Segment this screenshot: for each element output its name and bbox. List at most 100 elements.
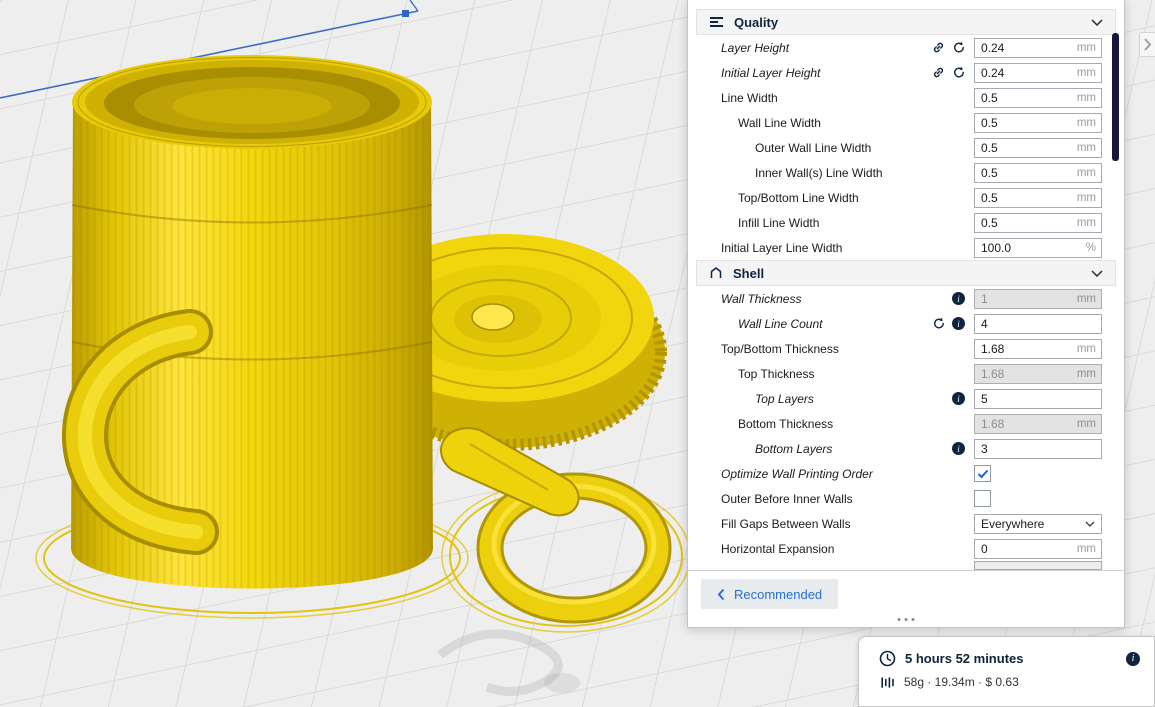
settings-scrollbar[interactable] bbox=[1112, 33, 1119, 161]
setting-row: Line Width 0.5 mm bbox=[688, 85, 1124, 110]
setting-row: Top/Bottom Line Width 0.5 mm bbox=[688, 185, 1124, 210]
setting-row: Fill Gaps Between Walls Everywhere bbox=[688, 511, 1124, 536]
initial-layer-line-width-input[interactable]: 100.0 % bbox=[974, 238, 1102, 258]
initial-layer-height-input[interactable]: 0.24 mm bbox=[974, 63, 1102, 83]
info-icon[interactable] bbox=[952, 442, 965, 455]
info-icon[interactable] bbox=[1126, 652, 1140, 666]
setting-value: 1.68 bbox=[975, 342, 1077, 356]
setting-row: Initial Layer Line Width 100.0 % bbox=[688, 235, 1124, 260]
setting-label: Top/Bottom Thickness bbox=[721, 342, 974, 356]
chevron-left-icon bbox=[717, 588, 725, 601]
setting-label: Bottom Thickness bbox=[721, 417, 974, 431]
panel-footer: Recommended bbox=[688, 571, 1124, 627]
horizontal-expansion-input[interactable]: 0 mm bbox=[974, 539, 1102, 559]
outer-wall-line-width-input[interactable]: 0.5 mm bbox=[974, 138, 1102, 158]
setting-value: 0.5 bbox=[975, 141, 1077, 155]
setting-label: Horizontal Expansion bbox=[721, 542, 974, 556]
bottom-layers-input[interactable]: 3 bbox=[974, 439, 1102, 459]
info-icon[interactable] bbox=[952, 292, 965, 305]
setting-row: Inner Wall(s) Line Width 0.5 mm bbox=[688, 160, 1124, 185]
setting-row: Optimize Wall Printing Order bbox=[688, 461, 1124, 486]
setting-row: Outer Wall Line Width 0.5 mm bbox=[688, 135, 1124, 160]
revert-icon[interactable] bbox=[952, 66, 965, 79]
setting-value: 3 bbox=[975, 442, 1096, 456]
setting-unit: mm bbox=[1077, 192, 1101, 204]
setting-label: Initial Layer Height bbox=[721, 66, 932, 80]
revert-icon[interactable] bbox=[952, 41, 965, 54]
setting-unit: % bbox=[1086, 242, 1101, 254]
section-title: Quality bbox=[734, 15, 778, 30]
panel-expand-handle[interactable] bbox=[1139, 32, 1155, 57]
inner-walls-line-width-input[interactable]: 0.5 mm bbox=[974, 163, 1102, 183]
section-header-shell[interactable]: Shell bbox=[696, 260, 1116, 286]
revert-icon[interactable] bbox=[932, 317, 945, 330]
setting-row: Wall Thickness 1 mm bbox=[688, 286, 1124, 311]
dropdown-value: Everywhere bbox=[981, 517, 1044, 531]
panel-drag-handle[interactable] bbox=[895, 615, 918, 624]
setting-unit: mm bbox=[1077, 142, 1101, 154]
setting-label: Top Layers bbox=[721, 392, 952, 406]
shell-icon bbox=[709, 266, 723, 280]
setting-row: Bottom Thickness 1.68 mm bbox=[688, 411, 1124, 436]
setting-value: 0.24 bbox=[975, 66, 1077, 80]
info-icon[interactable] bbox=[952, 392, 965, 405]
chevron-down-icon[interactable] bbox=[1091, 19, 1103, 26]
material-usage: 58g · 19.34m · $ 0.63 bbox=[904, 675, 1019, 689]
info-icon[interactable] bbox=[952, 317, 965, 330]
print-time: 5 hours 52 minutes bbox=[905, 651, 1023, 666]
top-thickness-input: 1.68 mm bbox=[974, 364, 1102, 384]
setting-row: Wall Line Count 4 bbox=[688, 311, 1124, 336]
setting-row: Top Thickness 1.68 mm bbox=[688, 361, 1124, 386]
setting-label: Infill Line Width bbox=[721, 216, 974, 230]
setting-unit: mm bbox=[1077, 543, 1101, 555]
wall-thickness-input: 1 mm bbox=[974, 289, 1102, 309]
setting-value: 1.68 bbox=[975, 367, 1077, 381]
clipped-setting-row bbox=[688, 561, 1124, 570]
setting-value: 0 bbox=[975, 542, 1077, 556]
top-layers-input[interactable]: 5 bbox=[974, 389, 1102, 409]
setting-value: 0.5 bbox=[975, 116, 1077, 130]
setting-label: Layer Height bbox=[721, 41, 932, 55]
setting-label: Top/Bottom Line Width bbox=[721, 191, 974, 205]
setting-row: Wall Line Width 0.5 mm bbox=[688, 110, 1124, 135]
section-header-quality[interactable]: Quality bbox=[696, 9, 1116, 35]
setting-value: 1 bbox=[975, 292, 1077, 306]
chevron-right-icon bbox=[1143, 37, 1152, 52]
recommended-button[interactable]: Recommended bbox=[701, 579, 838, 609]
outer-before-inner-walls-checkbox[interactable] bbox=[974, 490, 991, 507]
link-icon[interactable] bbox=[932, 66, 945, 79]
setting-unit: mm bbox=[1077, 368, 1101, 380]
line-width-input[interactable]: 0.5 mm bbox=[974, 88, 1102, 108]
wall-line-count-input[interactable]: 4 bbox=[974, 314, 1102, 334]
clock-icon bbox=[879, 650, 896, 667]
model-clip[interactable] bbox=[441, 428, 658, 610]
optimize-wall-printing-order-checkbox[interactable] bbox=[974, 465, 991, 482]
setting-value: 100.0 bbox=[975, 241, 1086, 255]
infill-line-width-input[interactable]: 0.5 mm bbox=[974, 213, 1102, 233]
setting-label: Line Width bbox=[721, 91, 974, 105]
check-icon bbox=[977, 469, 989, 479]
setting-label: Outer Wall Line Width bbox=[721, 141, 974, 155]
top-bottom-thickness-input[interactable]: 1.68 mm bbox=[974, 339, 1102, 359]
link-icon[interactable] bbox=[932, 41, 945, 54]
section-title: Shell bbox=[733, 266, 764, 281]
setting-unit: mm bbox=[1077, 418, 1101, 430]
clipped-input bbox=[974, 561, 1102, 570]
setting-unit: mm bbox=[1077, 167, 1101, 179]
bottom-thickness-input: 1.68 mm bbox=[974, 414, 1102, 434]
setting-row: Layer Height 0.24 mm bbox=[688, 35, 1124, 60]
top-bottom-line-width-input[interactable]: 0.5 mm bbox=[974, 188, 1102, 208]
setting-unit: mm bbox=[1077, 293, 1101, 305]
setting-value: 0.5 bbox=[975, 216, 1077, 230]
fill-gaps-between-walls-dropdown[interactable]: Everywhere bbox=[974, 514, 1102, 534]
chevron-down-icon[interactable] bbox=[1091, 270, 1103, 277]
setting-unit: mm bbox=[1077, 42, 1101, 54]
setting-label: Fill Gaps Between Walls bbox=[721, 517, 974, 531]
setting-row: Infill Line Width 0.5 mm bbox=[688, 210, 1124, 235]
plate-ghost-marks bbox=[440, 634, 580, 693]
setting-row: Horizontal Expansion 0 mm bbox=[688, 536, 1124, 561]
setting-label: Inner Wall(s) Line Width bbox=[721, 166, 974, 180]
wall-line-width-input[interactable]: 0.5 mm bbox=[974, 113, 1102, 133]
layer-height-input[interactable]: 0.24 mm bbox=[974, 38, 1102, 58]
setting-unit: mm bbox=[1077, 67, 1101, 79]
